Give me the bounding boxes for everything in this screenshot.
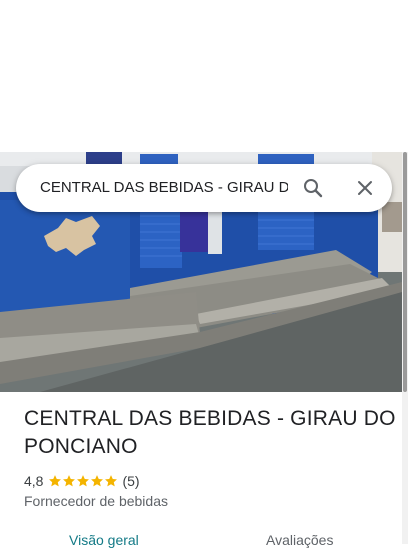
tab-reviews[interactable]: Avaliações [266, 532, 333, 552]
place-title: CENTRAL DAS BEBIDAS - GIRAU DO PONCIANO [24, 407, 396, 458]
place-category[interactable]: Fornecedor de bebidas [24, 493, 168, 509]
rating-value: 4,8 [24, 473, 44, 489]
search-input[interactable]: CENTRAL DAS BEBIDAS - GIRAU DO PONCIANO [40, 164, 288, 212]
search-bar[interactable]: CENTRAL DAS BEBIDAS - GIRAU DO PONCIANO [16, 164, 392, 212]
tab-overview[interactable]: Visão geral [69, 532, 139, 552]
star-icon [77, 475, 90, 487]
star-icon [91, 475, 104, 487]
close-icon[interactable] [353, 176, 377, 200]
reviews-count[interactable]: (5) [122, 473, 139, 489]
rating-row[interactable]: 4,8 (5) [24, 472, 140, 490]
star-rating [48, 474, 118, 488]
star-icon [63, 475, 76, 487]
star-icon [49, 475, 62, 487]
scrollbar-thumb[interactable] [403, 152, 407, 392]
star-icon [105, 475, 118, 487]
search-icon[interactable] [301, 176, 325, 200]
